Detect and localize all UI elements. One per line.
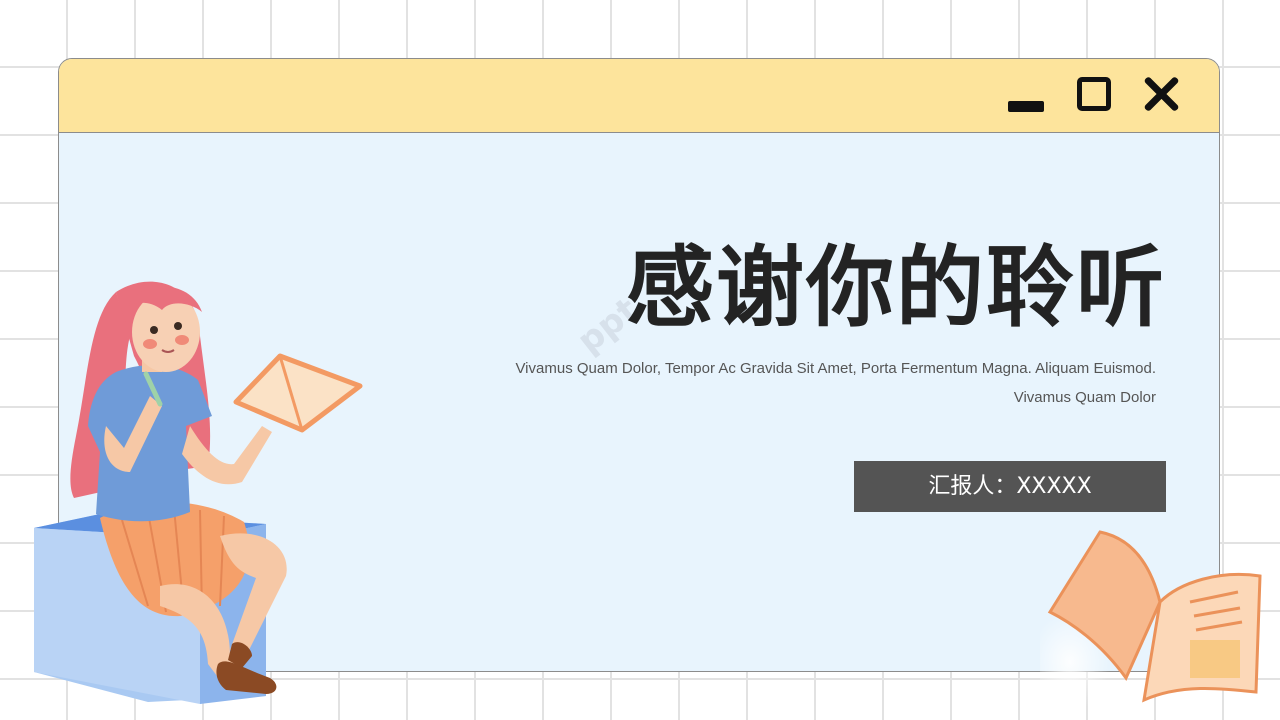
subtitle-text: Vivamus Quam Dolor, Tempor Ac Gravida Si…	[515, 360, 1156, 406]
reporter-badge: 汇报人：XXXXX	[854, 461, 1166, 512]
open-book-illustration	[1040, 530, 1262, 712]
maximize-icon[interactable]	[1077, 77, 1111, 111]
window-titlebar	[59, 59, 1219, 133]
close-icon[interactable]	[1141, 74, 1181, 114]
girl-reading-illustration	[34, 281, 363, 704]
page-title: 感谢你的聆听	[625, 236, 1166, 339]
minimize-icon[interactable]	[1008, 101, 1044, 112]
book-right-page	[1142, 572, 1262, 703]
